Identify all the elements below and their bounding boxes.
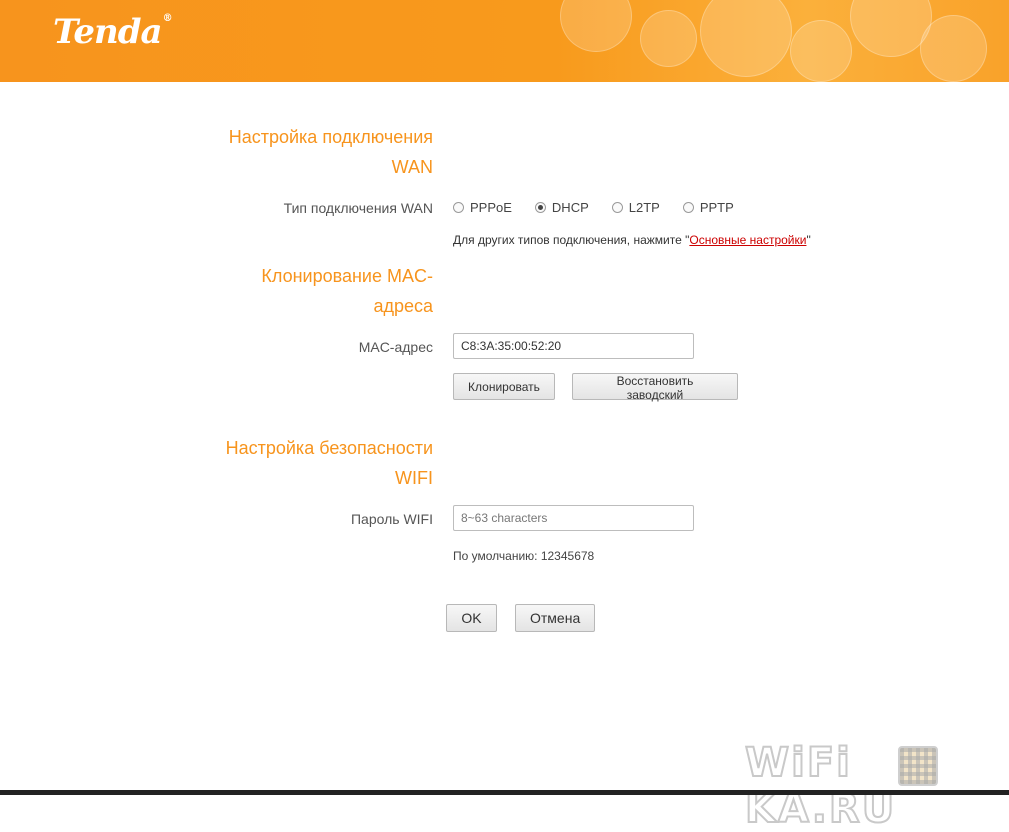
decor-bubble (560, 0, 632, 52)
mac-section-title: Клонирование MAC- адреса (261, 266, 433, 316)
wan-type-radio-group: PPPoE DHCP L2TP PPTP (453, 200, 757, 215)
decor-bubble (640, 10, 697, 67)
mac-label: MAC-адрес (358, 339, 433, 355)
wan-type-label: Тип подключения WAN (283, 200, 433, 216)
wan-hint: Для других типов подключения, нажмите "О… (453, 233, 811, 247)
wifi-password-input[interactable] (453, 505, 694, 531)
decor-bubble (920, 15, 987, 82)
mac-address-input[interactable] (453, 333, 694, 359)
wifi-password-label: Пароль WIFI (350, 511, 433, 527)
basic-settings-link[interactable]: Основные настройки (689, 233, 806, 247)
header-banner: Tenda® (0, 0, 1009, 82)
cancel-button[interactable]: Отмена (515, 604, 595, 632)
decor-bubble (700, 0, 792, 77)
radio-circle[interactable] (682, 202, 694, 213)
radio-pppoe[interactable]: PPPoE (453, 200, 512, 215)
radio-l2tp[interactable]: L2TP (611, 200, 660, 215)
ok-button[interactable]: OK (446, 604, 497, 632)
bottom-edge (0, 790, 1009, 795)
clone-button[interactable]: Клонировать (453, 373, 555, 400)
restore-default-button[interactable]: Восстановить заводский (572, 373, 738, 402)
decor-bubble (790, 20, 852, 82)
site-watermark: WiFiKA.RU (744, 739, 897, 832)
wan-section-title: Настройка подключения WAN (228, 127, 433, 177)
wifi-default-password: По умолчанию: 12345678 (453, 549, 595, 563)
radio-pptp[interactable]: PPTP (682, 200, 734, 215)
radio-circle[interactable] (611, 202, 623, 213)
radio-circle[interactable] (453, 202, 464, 213)
radio-circle-selected[interactable] (534, 202, 546, 213)
radio-dhcp[interactable]: DHCP (534, 200, 589, 215)
tenda-logo: Tenda® (53, 12, 173, 52)
wifi-section-title: Настройка безопасности WIFI (225, 438, 433, 488)
watermark-qr-icon (898, 746, 938, 786)
